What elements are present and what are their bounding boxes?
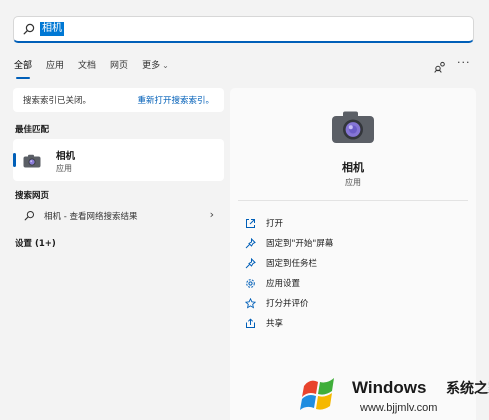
index-notice-message: 搜索索引已关闭。 [23, 96, 92, 106]
share-icon [244, 317, 256, 329]
rate-review-label: 打分并评价 [266, 299, 309, 309]
detail-app-type: 应用 [345, 178, 361, 187]
windows-logo-icon [300, 372, 346, 416]
web-search-heading: 搜索网页 [15, 191, 50, 201]
pin-to-start-action[interactable]: 固定到"开始"屏幕 [244, 235, 333, 251]
search-input[interactable]: 相机 [13, 16, 474, 43]
settings-heading[interactable]: 设置 (1+) [15, 237, 56, 249]
share-action[interactable]: 共享 [244, 315, 283, 331]
pin-to-start-label: 固定到"开始"屏幕 [266, 239, 334, 249]
camera-app-icon [23, 153, 41, 168]
chevron-down-icon: ⌄ [162, 61, 169, 70]
watermark: Windows 系统之家 www.bjjmlv.com [300, 370, 489, 420]
rate-review-action[interactable]: 打分并评价 [244, 295, 309, 311]
open-action-label: 打开 [266, 219, 284, 229]
camera-app-icon [331, 110, 375, 144]
tab-more[interactable]: 更多 ⌄ [142, 58, 169, 74]
divider [238, 200, 468, 201]
search-icon [22, 22, 36, 36]
web-search-result[interactable]: 相机 - 查看网络搜索结果 › [13, 206, 224, 226]
best-match-heading: 最佳匹配 [15, 125, 50, 135]
search-query-text[interactable]: 相机 [40, 22, 64, 36]
pin-to-taskbar-label: 固定到任务栏 [266, 259, 318, 269]
start-search-panel: 相机 全部 应用 文档 网页 更多 ⌄ ··· 搜索索引已关闭。 重新打开搜索索引… [0, 0, 489, 420]
watermark-site-name: 系统之家 [446, 381, 489, 397]
web-search-label: 相机 - 查看网络搜索结果 [44, 212, 138, 222]
best-match-name: 相机 [56, 151, 76, 162]
tab-apps[interactable]: 应用 [46, 58, 64, 74]
gear-icon [244, 277, 256, 289]
account-share-icon[interactable] [434, 58, 446, 73]
tab-documents[interactable]: 文档 [78, 58, 96, 74]
more-options-icon[interactable]: ··· [457, 56, 471, 69]
selection-indicator [13, 153, 16, 167]
share-label: 共享 [266, 319, 284, 329]
tab-all[interactable]: 全部 [14, 58, 32, 79]
reopen-index-link[interactable]: 重新打开搜索索引。 [137, 94, 214, 106]
watermark-brand: Windows [352, 378, 427, 397]
filter-tabs: 全部 应用 文档 网页 更多 ⌄ [14, 57, 183, 79]
tab-more-label: 更多 [142, 61, 161, 71]
app-settings-action[interactable]: 应用设置 [244, 275, 300, 291]
detail-app-name: 相机 [342, 161, 364, 174]
open-icon [244, 217, 256, 229]
chevron-right-icon: › [209, 208, 214, 221]
best-match-type: 应用 [56, 164, 72, 173]
tab-web[interactable]: 网页 [110, 58, 128, 74]
open-action[interactable]: 打开 [244, 215, 283, 231]
index-notice: 搜索索引已关闭。 重新打开搜索索引。 [13, 88, 224, 112]
search-icon [24, 210, 36, 222]
pin-icon [244, 257, 256, 269]
pin-to-taskbar-action[interactable]: 固定到任务栏 [244, 255, 317, 271]
app-settings-label: 应用设置 [266, 279, 301, 289]
watermark-url: www.bjjmlv.com [360, 402, 438, 414]
star-icon [244, 297, 256, 309]
best-match-item[interactable]: 相机 应用 [13, 139, 224, 181]
pin-icon [244, 237, 256, 249]
